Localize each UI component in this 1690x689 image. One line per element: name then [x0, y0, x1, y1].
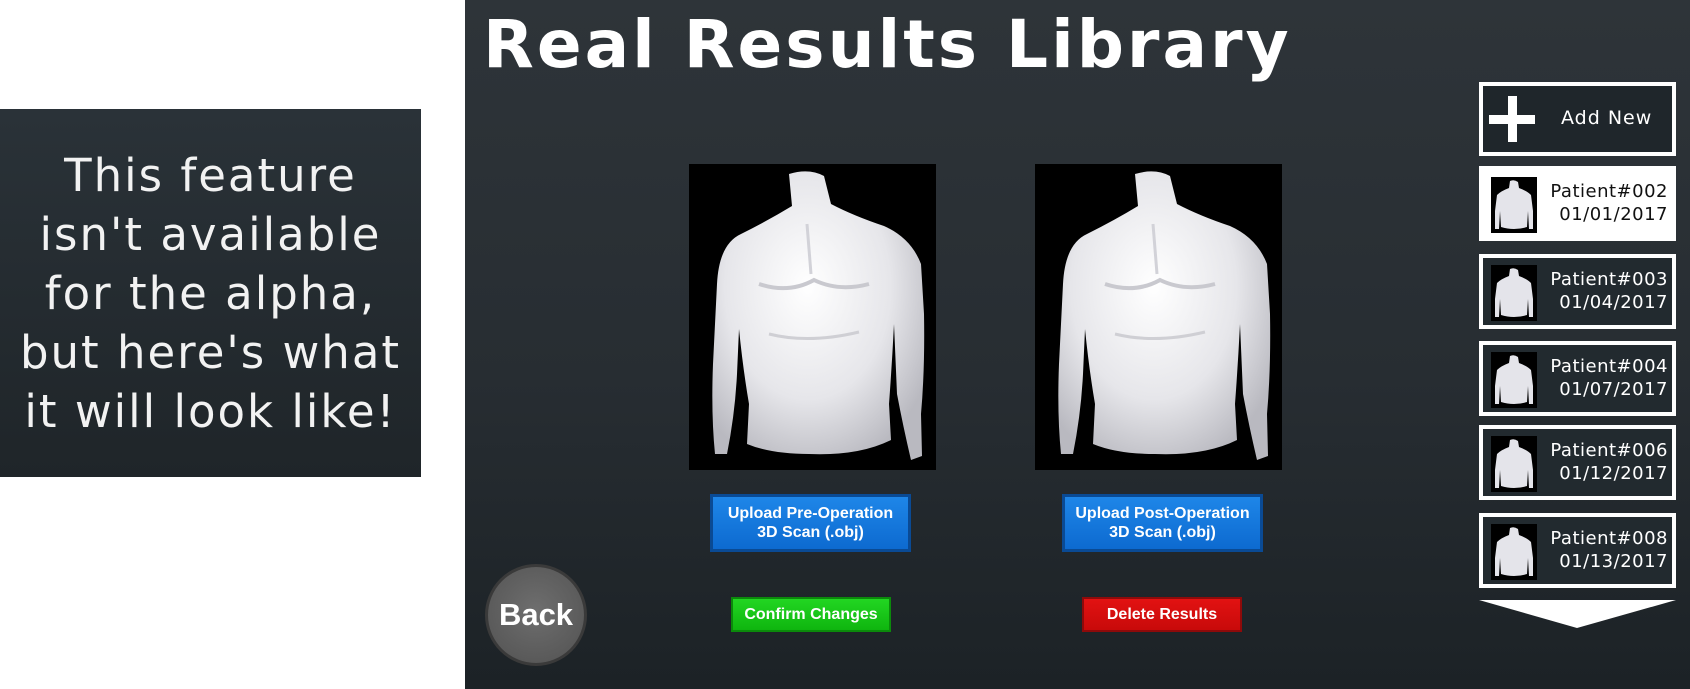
back-button[interactable]: Back [485, 564, 587, 666]
results-library-screen: Real Results Library Upload Pre-Operatio… [465, 0, 1690, 689]
plus-icon [1489, 96, 1535, 142]
patient-date: 01/07/2017 [1559, 379, 1668, 400]
scroll-down-button[interactable] [1479, 600, 1676, 628]
patient-thumbnail [1491, 177, 1537, 233]
patient-date: 01/12/2017 [1559, 463, 1668, 484]
upload-pre-operation-scan-button[interactable]: Upload Pre-Operation 3D Scan (.obj) [710, 494, 911, 552]
page-title: Real Results Library [483, 6, 1292, 83]
patient-name: Patient#003 [1550, 269, 1668, 290]
add-new-label: Add New [1561, 107, 1653, 129]
patient-date: 01/13/2017 [1559, 551, 1668, 572]
patient-thumbnail [1491, 352, 1537, 408]
patient-list-item[interactable]: Patient#006 01/12/2017 [1479, 425, 1676, 500]
patient-list-item[interactable]: Patient#003 01/04/2017 [1479, 254, 1676, 329]
add-new-patient-button[interactable]: Add New [1479, 82, 1676, 156]
patient-name: Patient#002 [1550, 181, 1668, 202]
alpha-notice-text: This feature isn't available for the alp… [19, 148, 402, 438]
patient-thumbnail [1491, 436, 1537, 492]
patient-list-item[interactable]: Patient#002 01/01/2017 [1479, 166, 1676, 241]
post-operation-scan-viewer[interactable] [1035, 164, 1282, 470]
confirm-changes-button[interactable]: Confirm Changes [731, 597, 891, 632]
patient-date: 01/04/2017 [1559, 292, 1668, 313]
patient-name: Patient#004 [1550, 356, 1668, 377]
patient-list-item[interactable]: Patient#008 01/13/2017 [1479, 513, 1676, 588]
patient-list-item[interactable]: Patient#004 01/07/2017 [1479, 341, 1676, 416]
pre-operation-scan-viewer[interactable] [689, 164, 936, 470]
delete-results-button[interactable]: Delete Results [1082, 597, 1242, 632]
alpha-notice-panel: This feature isn't available for the alp… [0, 109, 421, 477]
patient-thumbnail [1491, 265, 1537, 321]
torso-scan-image [712, 171, 925, 460]
patient-date: 01/01/2017 [1559, 204, 1668, 225]
chevron-down-icon [1479, 600, 1676, 628]
torso-scan-image [1058, 171, 1271, 460]
upload-post-operation-scan-button[interactable]: Upload Post-Operation 3D Scan (.obj) [1062, 494, 1263, 552]
patient-name: Patient#008 [1550, 528, 1668, 549]
patient-thumbnail [1491, 524, 1537, 580]
patient-name: Patient#006 [1550, 440, 1668, 461]
